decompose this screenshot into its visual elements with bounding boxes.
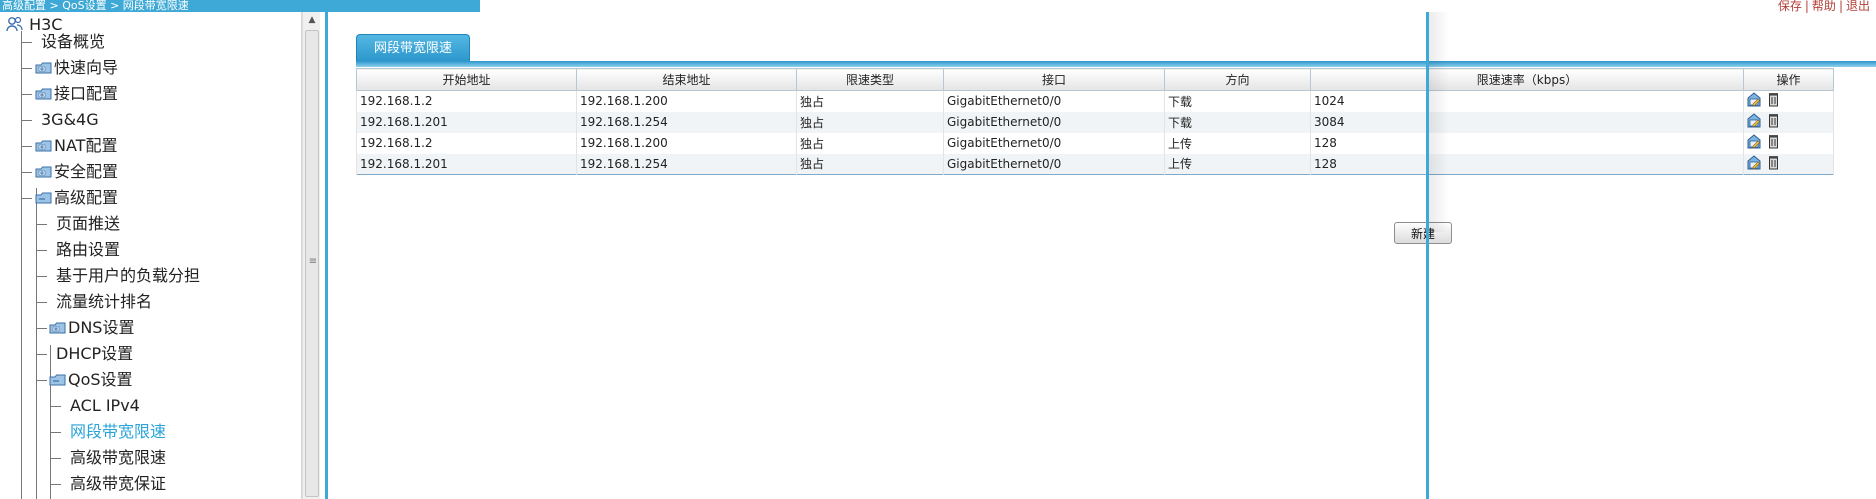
folder-closed-icon	[49, 316, 66, 334]
end-address-cell: 192.168.1.254	[576, 111, 797, 133]
sidebar-item-page-push[interactable]: 页面推送	[56, 211, 120, 237]
sidebar-item-interface-config[interactable]: 接口配置	[35, 81, 118, 107]
col-start-address: 开始地址	[356, 68, 577, 91]
sidebar-item-dhcp-settings[interactable]: DHCP设置	[56, 341, 133, 367]
direction-cell: 上传	[1164, 132, 1311, 154]
frame-shadow	[1429, 12, 1449, 232]
end-address-cell: 192.168.1.200	[576, 90, 797, 112]
delete-icon[interactable]	[1766, 134, 1781, 152]
edit-icon[interactable]	[1747, 113, 1762, 131]
tab-underline	[356, 61, 1876, 67]
direction-cell: 上传	[1164, 153, 1311, 175]
sidebar-item-security-config[interactable]: 安全配置	[35, 159, 118, 185]
rate-cell: 128	[1310, 132, 1744, 154]
table-row: 192.168.1.2 192.168.1.200 独占 GigabitEtherne…	[356, 90, 1834, 112]
tab-segment-bandwidth-limit[interactable]: 网段带宽限速	[356, 34, 470, 62]
start-address-cell: 192.168.1.201	[356, 111, 577, 133]
direction-cell: 下载	[1164, 90, 1311, 112]
operation-cell	[1743, 153, 1834, 175]
limit-type-cell: 独占	[796, 111, 944, 133]
sidebar-item-quick-wizard[interactable]: 快速向导	[35, 55, 118, 81]
folder-closed-icon	[35, 160, 52, 178]
folder-closed-icon	[35, 56, 52, 74]
edit-icon[interactable]	[1747, 134, 1762, 152]
folder-open-icon	[49, 368, 66, 386]
operation-cell	[1743, 90, 1834, 112]
table-row: 192.168.1.201 192.168.1.254 独占 GigabitEther…	[356, 111, 1834, 133]
delete-icon[interactable]	[1766, 113, 1781, 131]
sidebar-item-dns-settings[interactable]: DNS设置	[49, 315, 134, 341]
end-address-cell: 192.168.1.200	[576, 132, 797, 154]
limit-type-cell: 独占	[796, 153, 944, 175]
sidebar-scrollbar[interactable]: ▲ ≡	[302, 12, 320, 499]
user-group-icon	[6, 15, 24, 34]
sidebar-item-device-overview[interactable]: 设备概览	[41, 29, 105, 55]
rate-cell: 128	[1310, 153, 1744, 175]
delete-icon[interactable]	[1766, 92, 1781, 110]
table-row: 192.168.1.2 192.168.1.200 独占 GigabitEtherne…	[356, 132, 1834, 154]
col-limit-type: 限速类型	[796, 68, 944, 91]
scroll-thumb[interactable]: ≡	[305, 30, 319, 497]
folder-open-icon	[35, 186, 52, 204]
rate-cell: 1024	[1310, 90, 1744, 112]
sidebar-item-route-settings[interactable]: 路由设置	[56, 237, 120, 263]
interface-cell: GigabitEthernet0/0	[943, 132, 1165, 154]
sidebar-item-nat-config[interactable]: NAT配置	[35, 133, 117, 159]
main-content: 网段带宽限速 开始地址 结束地址 限速类型 接口 方向 限速速率（kbps） 操…	[328, 12, 1876, 499]
sidebar-item-3g4g[interactable]: 3G&4G	[41, 107, 99, 133]
sidebar-item-qos-settings[interactable]: QoS设置	[49, 367, 133, 393]
grip-icon: ≡	[308, 256, 318, 267]
sidebar-item-advanced-config[interactable]: 高级配置	[35, 185, 118, 211]
limit-type-cell: 独占	[796, 132, 944, 154]
operation-cell	[1743, 132, 1834, 154]
delete-icon[interactable]	[1766, 155, 1781, 173]
start-address-cell: 192.168.1.2	[356, 132, 577, 154]
rate-cell: 3084	[1310, 111, 1744, 133]
table-header-row: 开始地址 结束地址 限速类型 接口 方向 限速速率（kbps） 操作	[356, 68, 1834, 91]
edit-icon[interactable]	[1747, 92, 1762, 110]
sidebar-tree: H3C 设备概览 快速向导 接口配置 3G&4G NAT配置 安全配置 高级配置…	[0, 12, 302, 499]
scroll-up-arrow-icon[interactable]: ▲	[306, 14, 318, 26]
col-rate: 限速速率（kbps）	[1310, 68, 1744, 91]
sidebar-item-traffic-ranking[interactable]: 流量统计排名	[56, 289, 152, 315]
limit-type-cell: 独占	[796, 90, 944, 112]
sidebar-item-acl-ipv4[interactable]: ACL IPv4	[70, 393, 140, 419]
folder-closed-icon	[35, 134, 52, 152]
start-address-cell: 192.168.1.2	[356, 90, 577, 112]
folder-closed-icon	[35, 82, 52, 100]
interface-cell: GigabitEthernet0/0	[943, 90, 1165, 112]
sidebar-item-advanced-bandwidth-limit[interactable]: 高级带宽限速	[70, 445, 166, 471]
sidebar-item-segment-bandwidth-limit[interactable]: 网段带宽限速	[70, 419, 166, 445]
breadcrumb: 高级配置 > QoS设置 > 网段带宽限速	[0, 0, 480, 12]
sidebar-item-user-load-balance[interactable]: 基于用户的负载分担	[56, 263, 200, 289]
table-row: 192.168.1.201 192.168.1.254 独占 GigabitEther…	[356, 153, 1834, 175]
bandwidth-limit-table: 开始地址 结束地址 限速类型 接口 方向 限速速率（kbps） 操作 192.1…	[356, 68, 1834, 175]
col-operation: 操作	[1743, 68, 1834, 91]
operation-cell	[1743, 111, 1834, 133]
start-address-cell: 192.168.1.201	[356, 153, 577, 175]
col-direction: 方向	[1164, 68, 1311, 91]
interface-cell: GigabitEthernet0/0	[943, 111, 1165, 133]
interface-cell: GigabitEthernet0/0	[943, 153, 1165, 175]
col-end-address: 结束地址	[576, 68, 797, 91]
sidebar-item-advanced-bandwidth-guarantee[interactable]: 高级带宽保证	[70, 471, 166, 497]
col-interface: 接口	[943, 68, 1165, 91]
direction-cell: 下载	[1164, 111, 1311, 133]
edit-icon[interactable]	[1747, 155, 1762, 173]
top-bar: 高级配置 > QoS设置 > 网段带宽限速 保存 | 帮助 | 退出	[0, 0, 1876, 13]
end-address-cell: 192.168.1.254	[576, 153, 797, 175]
